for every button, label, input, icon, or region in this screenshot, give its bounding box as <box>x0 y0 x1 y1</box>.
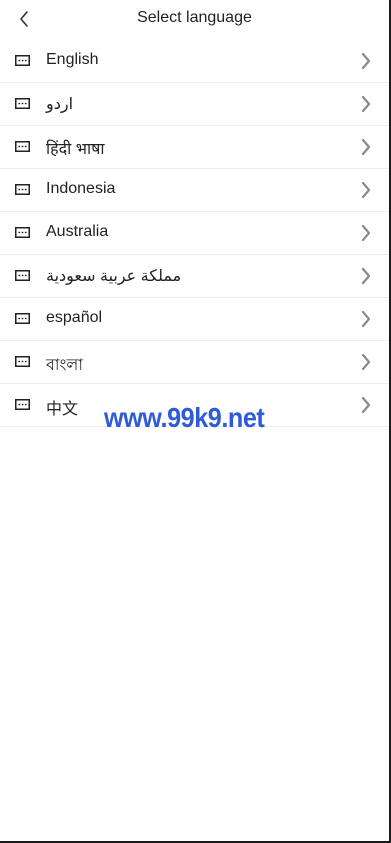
language-label: español <box>46 309 103 326</box>
chevron-right-icon <box>361 52 371 70</box>
chevron-right-icon <box>361 95 371 113</box>
language-item[interactable]: English <box>0 40 389 83</box>
chevron-right-icon <box>361 138 371 156</box>
language-item[interactable]: اردو <box>0 83 389 126</box>
keyboard-icon <box>15 270 30 281</box>
keyboard-icon <box>15 98 30 109</box>
language-label: বাংলা <box>46 357 83 374</box>
language-label: हिंदी भाषा <box>46 141 105 158</box>
chevron-right-icon <box>361 310 371 328</box>
language-label: 中文 <box>46 401 79 418</box>
keyboard-icon <box>15 227 30 238</box>
language-item[interactable]: Australia <box>0 212 389 255</box>
chevron-right-icon <box>361 353 371 371</box>
page-title: Select language <box>137 9 252 26</box>
keyboard-icon <box>15 313 30 324</box>
keyboard-icon <box>15 141 30 152</box>
watermark-text: www.99k9.net <box>104 402 265 433</box>
chevron-right-icon <box>361 396 371 414</box>
keyboard-icon <box>15 356 30 367</box>
language-label: اردو <box>46 96 74 113</box>
language-label: Australia <box>46 223 109 240</box>
language-label: مملكة عربية سعودية <box>46 268 182 285</box>
chevron-right-icon <box>361 224 371 242</box>
keyboard-icon <box>15 399 30 410</box>
app-screen: Select language English اردو हिंदी भाषा Ind… <box>0 0 391 843</box>
language-label: Indonesia <box>46 180 116 197</box>
language-list: English اردو हिंदी भाषा Indonesia Australia م… <box>0 40 389 427</box>
language-item[interactable]: हिंदी भाषा <box>0 126 389 169</box>
keyboard-icon <box>15 55 30 66</box>
chevron-right-icon <box>361 181 371 199</box>
language-item[interactable]: مملكة عربية سعودية <box>0 255 389 298</box>
language-label: English <box>46 51 99 68</box>
keyboard-icon <box>15 184 30 195</box>
header: Select language <box>0 0 389 40</box>
language-item[interactable]: español <box>0 298 389 341</box>
chevron-right-icon <box>361 267 371 285</box>
language-item[interactable]: Indonesia <box>0 169 389 212</box>
language-item[interactable]: বাংলা <box>0 341 389 384</box>
